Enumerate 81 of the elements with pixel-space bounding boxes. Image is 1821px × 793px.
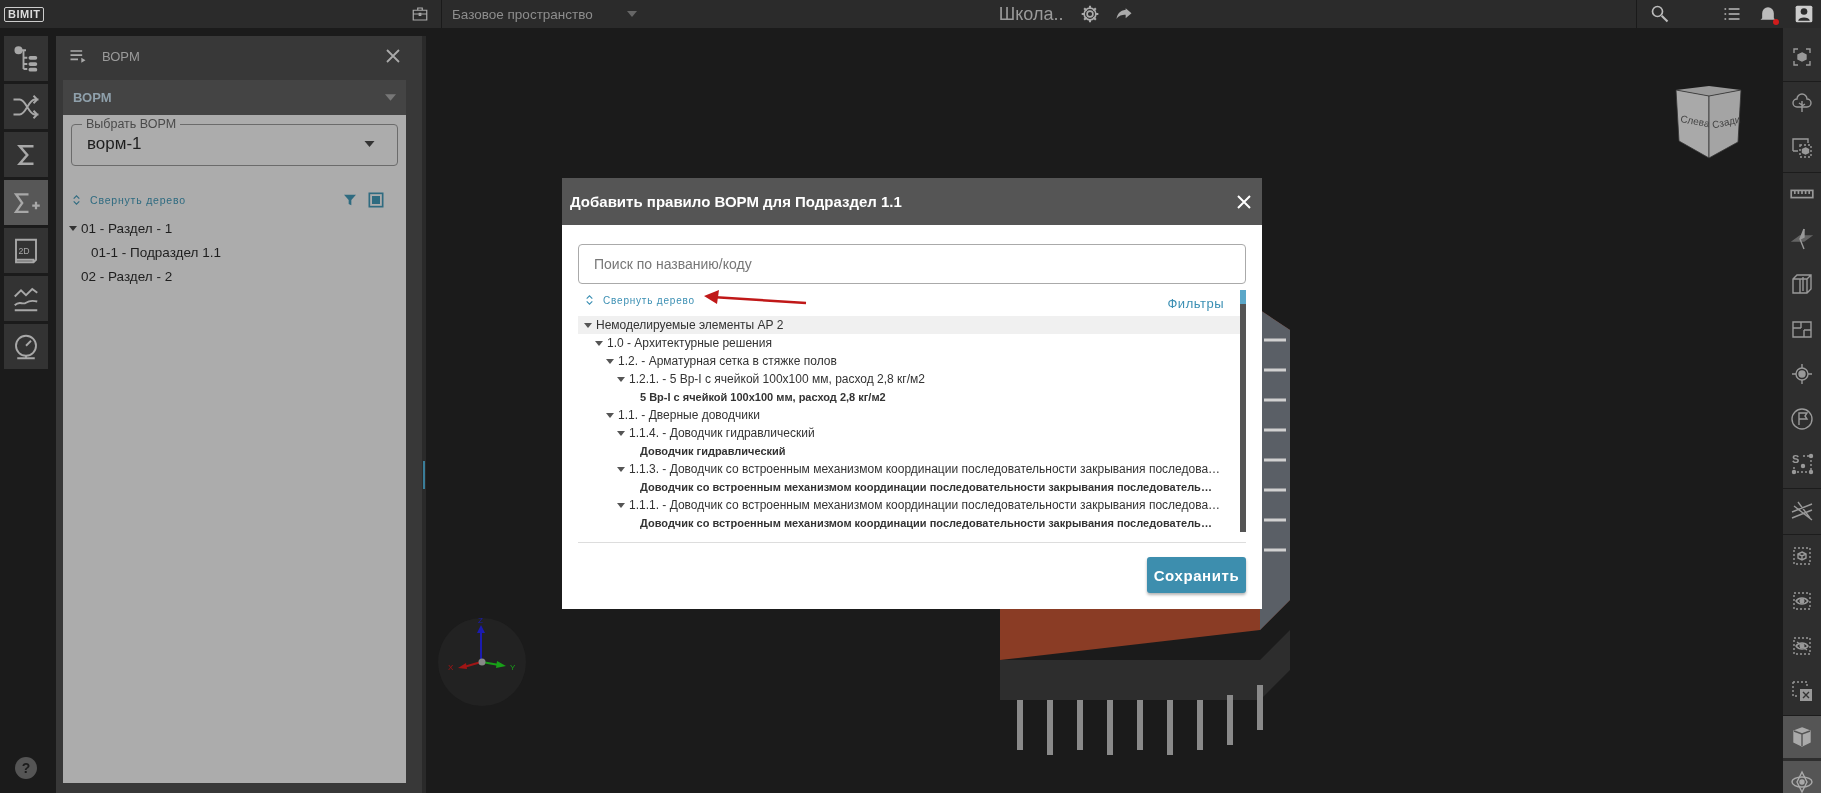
- save-button[interactable]: Сохранить: [1147, 557, 1246, 593]
- search-field[interactable]: Поиск по названию/коду: [578, 244, 1246, 284]
- hide-icon: [1790, 634, 1814, 658]
- focus-frame-icon: [1790, 45, 1814, 69]
- logo: BIMIT: [4, 6, 45, 22]
- tree-row[interactable]: 1.1.3. - Доводчик со встроенным механизмом координации последовательности закрывания последова…: [578, 460, 1240, 478]
- tree-row[interactable]: 5 Вр-I с ячейкой 100х100 мм, расход 2,8 кг/м2: [578, 388, 1240, 406]
- section-plane-icon: [1790, 227, 1814, 251]
- tool-button[interactable]: [4, 180, 48, 225]
- section-title: ВОРМ: [73, 90, 112, 105]
- caret-icon[interactable]: [617, 502, 625, 508]
- ruler-icon: [1790, 189, 1814, 199]
- scrollbar[interactable]: [1240, 290, 1246, 532]
- expand-collapse-icon[interactable]: [586, 294, 593, 306]
- tree-row[interactable]: 1.1. - Дверные доводчики: [578, 406, 1240, 424]
- caret-icon[interactable]: [595, 340, 603, 346]
- screen-select-icon: [1790, 136, 1814, 160]
- caret-icon[interactable]: [617, 430, 625, 436]
- tree-item[interactable]: 01-1 - Подраздел 1.1: [91, 244, 221, 260]
- tool-button[interactable]: [4, 132, 48, 177]
- field-label: Выбрать ВОРМ: [85, 117, 178, 131]
- cube-face-label: Сзади: [1711, 113, 1742, 131]
- tool-button[interactable]: [1783, 761, 1821, 793]
- tool-button[interactable]: S: [1783, 443, 1821, 485]
- tree-item[interactable]: 02 - Раздел - 2: [81, 268, 173, 284]
- user-icon: [1794, 4, 1814, 24]
- selected-value: ворм-1: [87, 134, 142, 154]
- tool-button[interactable]: [4, 84, 48, 129]
- filter-icon[interactable]: [342, 192, 358, 208]
- dropdown-caret-icon[interactable]: [626, 11, 637, 17]
- filters-link[interactable]: Фильтры: [1167, 295, 1224, 311]
- square-icon[interactable]: [368, 192, 384, 208]
- resize-handle[interactable]: [423, 461, 425, 489]
- section-box-icon: [1790, 272, 1814, 296]
- caret-icon[interactable]: [606, 412, 614, 418]
- axis-label: Z: [478, 616, 483, 625]
- dashed-box-icon: [1790, 544, 1814, 568]
- settings-icon: [1080, 4, 1101, 24]
- tool-button[interactable]: [4, 36, 48, 81]
- tree-row[interactable]: 1.1.1. - Доводчик со встроенным механизмом координации последовательности закрывания последова…: [578, 496, 1240, 514]
- caret-icon[interactable]: [617, 466, 625, 472]
- project-title: Школа..: [998, 3, 1064, 25]
- select-field[interactable]: Выбрать ВОРМ ворм-1: [71, 117, 398, 166]
- caret-icon[interactable]: [617, 376, 625, 382]
- flag-icon: [1790, 407, 1814, 431]
- dialog-title: Добавить правило ВОРМ для Подраздел 1.1: [570, 193, 902, 210]
- panel-title: ВОРМ: [102, 48, 140, 64]
- tree-item[interactable]: 01 - Раздел - 1: [81, 220, 173, 236]
- tree-row[interactable]: Доводчик со встроенным механизмом координации последовательности закрывания последователь…: [578, 514, 1240, 532]
- close-icon[interactable]: [1236, 193, 1252, 210]
- tree-row[interactable]: 1.2.1. - 5 Вр-I с ячейкой 100х100 мм, расход 2,8 кг/м2: [578, 370, 1240, 388]
- orbit-icon: [1790, 770, 1814, 793]
- axis-label: X: [448, 663, 454, 672]
- tool-button[interactable]: 2D: [4, 228, 48, 273]
- target-icon: [1790, 362, 1814, 386]
- caret-icon[interactable]: [606, 358, 614, 364]
- tool-button[interactable]: [1783, 716, 1821, 758]
- workspace-selector[interactable]: Базовое пространство: [452, 6, 593, 22]
- tool-button[interactable]: [4, 324, 48, 369]
- cloud-tree-icon: [1790, 91, 1814, 115]
- caret-icon[interactable]: [69, 225, 77, 231]
- dropdown-caret-icon: [364, 141, 375, 147]
- collapse-tree-link[interactable]: Свернуть дерево: [603, 294, 695, 306]
- axis-label: Y: [510, 663, 516, 672]
- show-icon: [1790, 589, 1814, 613]
- section-header[interactable]: ВОРМ: [63, 80, 406, 115]
- cube-face-label: Слева: [1679, 113, 1711, 130]
- tree-row[interactable]: 1.2. - Арматурная сетка в стяжке полов: [578, 352, 1240, 370]
- close-icon[interactable]: [384, 47, 402, 65]
- briefcase-icon: [411, 5, 429, 23]
- tree-row[interactable]: Доводчик гидравлический: [578, 442, 1240, 460]
- cube-icon: [1790, 725, 1814, 749]
- tree-row[interactable]: Немоделируемые элементы АР 2: [578, 316, 1240, 334]
- tool-button[interactable]: [4, 276, 48, 321]
- tree-row[interactable]: 1.0 - Архитектурные решения: [578, 334, 1240, 352]
- tree-row[interactable]: 1.1.4. - Доводчик гидравлический: [578, 424, 1240, 442]
- view-cube-drawing[interactable]: [1675, 86, 1742, 159]
- caret-icon[interactable]: [584, 322, 592, 328]
- tree-row[interactable]: Доводчик со встроенным механизмом координации последовательности закрывания последователь…: [578, 478, 1240, 496]
- search-icon: [1650, 4, 1670, 24]
- axis-triad-drawing: [458, 625, 506, 669]
